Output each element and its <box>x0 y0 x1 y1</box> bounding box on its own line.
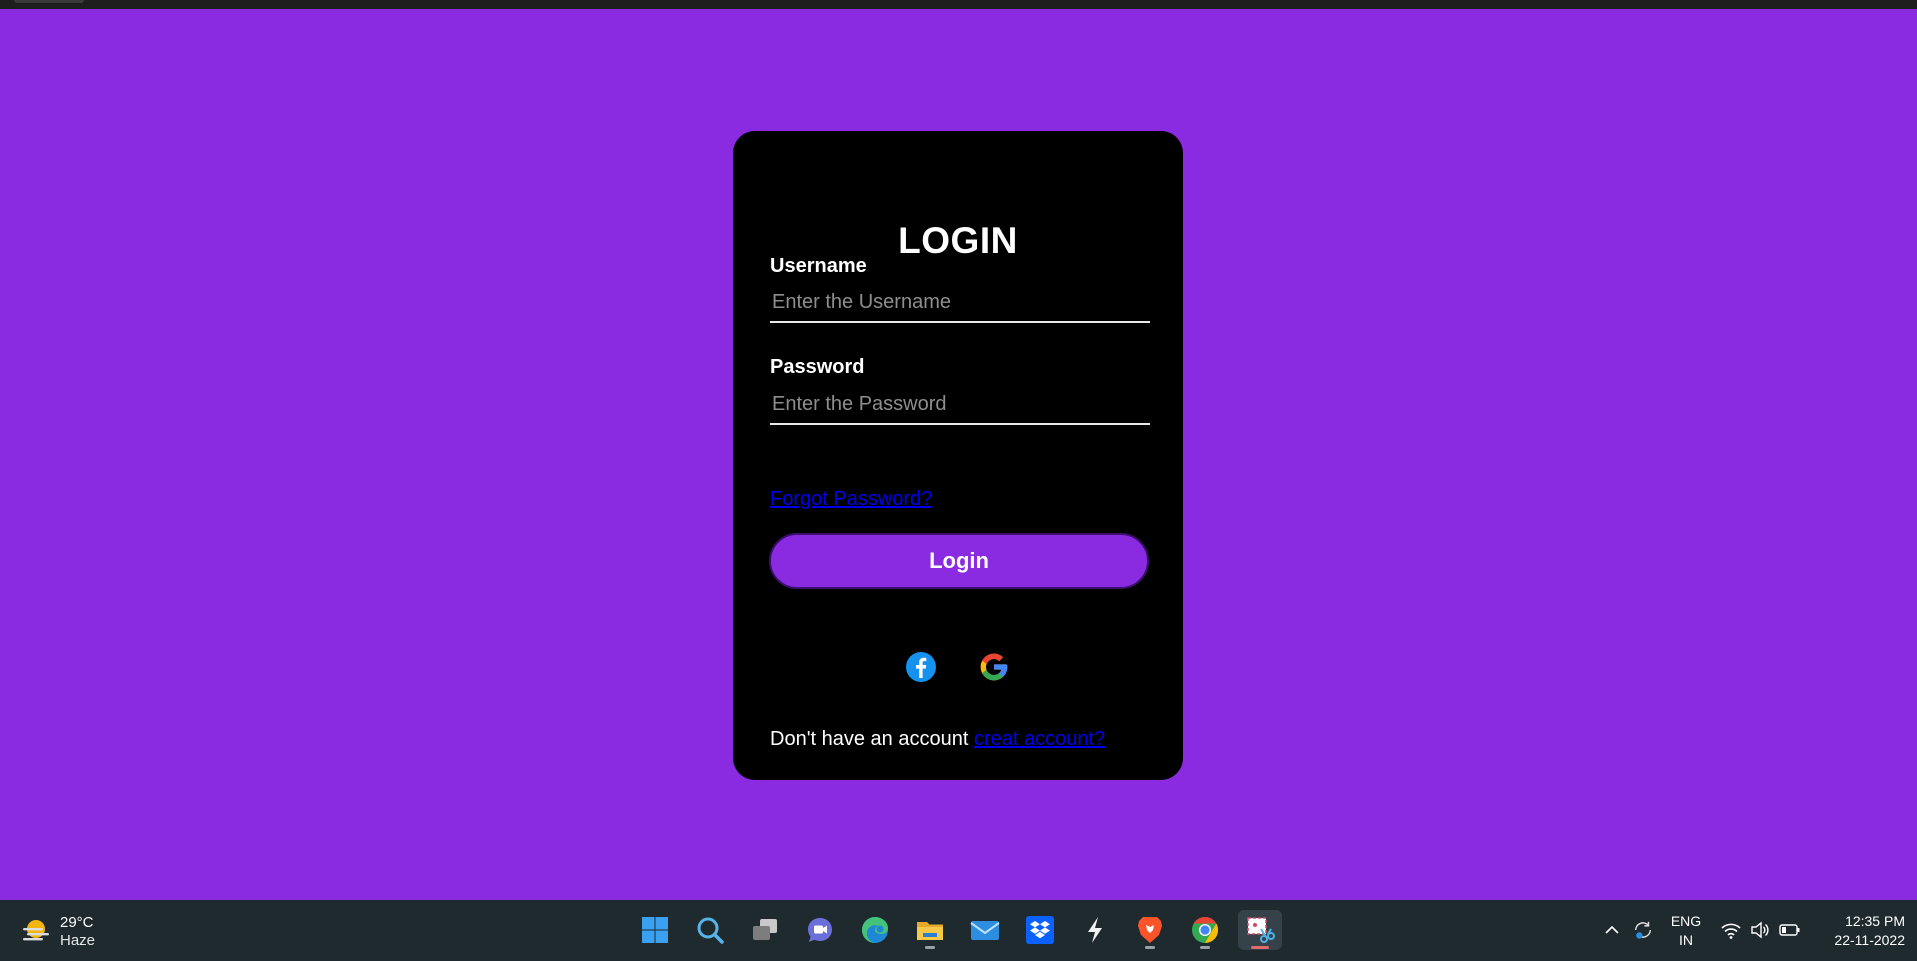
facebook-login-button[interactable] <box>904 650 938 684</box>
wifi-icon <box>1721 923 1741 939</box>
sync-status-button[interactable] <box>1632 918 1654 942</box>
battery-button[interactable] <box>1779 918 1801 942</box>
snipping-tool-button[interactable] <box>1238 910 1282 950</box>
brave-browser-button[interactable] <box>1128 910 1172 950</box>
task-view-icon <box>753 919 777 940</box>
page-background: LOGIN Username Password Forgot Password?… <box>0 9 1917 900</box>
dropbox-icon <box>1026 916 1054 944</box>
login-button[interactable]: Login <box>769 533 1149 589</box>
volume-icon <box>1751 921 1769 939</box>
username-input[interactable] <box>770 283 1150 323</box>
browser-top-edge <box>0 0 1917 9</box>
browser-tab-stub[interactable] <box>14 0 84 3</box>
forgot-password-link[interactable]: Forgot Password? <box>770 488 932 511</box>
start-button[interactable] <box>633 910 677 950</box>
battery-icon <box>1779 924 1800 936</box>
windows-taskbar: 29°C Haze ENG IN 12:35 PM 22-11-2022 <box>0 900 1917 961</box>
search-button[interactable] <box>688 910 732 950</box>
signup-row: Don't have an account creat account? <box>770 728 1105 751</box>
dropbox-button[interactable] <box>1018 910 1062 950</box>
windows-start-icon <box>642 917 668 943</box>
task-view-button[interactable] <box>743 910 787 950</box>
language-code: ENG <box>1670 913 1702 929</box>
signup-prompt: Don't have an account <box>770 728 969 750</box>
chevron-up-icon <box>1605 925 1619 934</box>
teams-chat-button[interactable] <box>798 910 842 950</box>
snipping-tool-icon <box>1247 917 1275 943</box>
create-account-link[interactable]: creat account? <box>974 728 1105 750</box>
facebook-icon <box>906 652 936 682</box>
haze-weather-icon <box>23 920 49 941</box>
mail-button[interactable] <box>963 910 1007 950</box>
google-login-button[interactable] <box>977 650 1011 684</box>
active-indicator <box>1251 946 1269 949</box>
clock-date: 22-11-2022 <box>1834 932 1905 948</box>
zap-app-button[interactable] <box>1073 910 1117 950</box>
search-icon <box>697 917 724 944</box>
clock-time: 12:35 PM <box>1845 913 1905 929</box>
sync-icon <box>1634 921 1652 939</box>
chrome-browser-button[interactable] <box>1183 910 1227 950</box>
running-indicator <box>1145 946 1155 949</box>
network-button[interactable] <box>1720 918 1742 942</box>
teams-chat-icon <box>808 918 832 942</box>
brave-browser-icon <box>1138 917 1162 943</box>
taskbar-clock[interactable]: 12:35 PM 22-11-2022 <box>1815 912 1905 950</box>
chrome-browser-icon <box>1192 916 1219 944</box>
input-language-indicator[interactable]: ENG IN <box>1669 912 1703 950</box>
google-icon <box>980 653 1008 681</box>
show-hidden-icons-button[interactable] <box>1601 918 1623 942</box>
region-code: IN <box>1679 932 1693 948</box>
edge-browser-icon <box>862 917 888 943</box>
mail-icon <box>970 921 1000 940</box>
weather-widget[interactable]: 29°C Haze <box>20 912 95 952</box>
login-card: LOGIN Username Password Forgot Password?… <box>733 131 1183 780</box>
zap-app-icon <box>1088 917 1102 943</box>
weather-condition: Haze <box>60 932 96 949</box>
volume-button[interactable] <box>1749 918 1771 942</box>
file-explorer-icon <box>917 922 943 940</box>
file-explorer-button[interactable] <box>908 910 952 950</box>
password-label: Password <box>770 356 865 378</box>
weather-temperature: 29°C <box>60 914 94 931</box>
running-indicator <box>1200 946 1210 949</box>
username-label: Username <box>770 255 867 277</box>
password-input[interactable] <box>770 385 1150 425</box>
edge-browser-button[interactable] <box>853 910 897 950</box>
running-indicator <box>925 946 935 949</box>
